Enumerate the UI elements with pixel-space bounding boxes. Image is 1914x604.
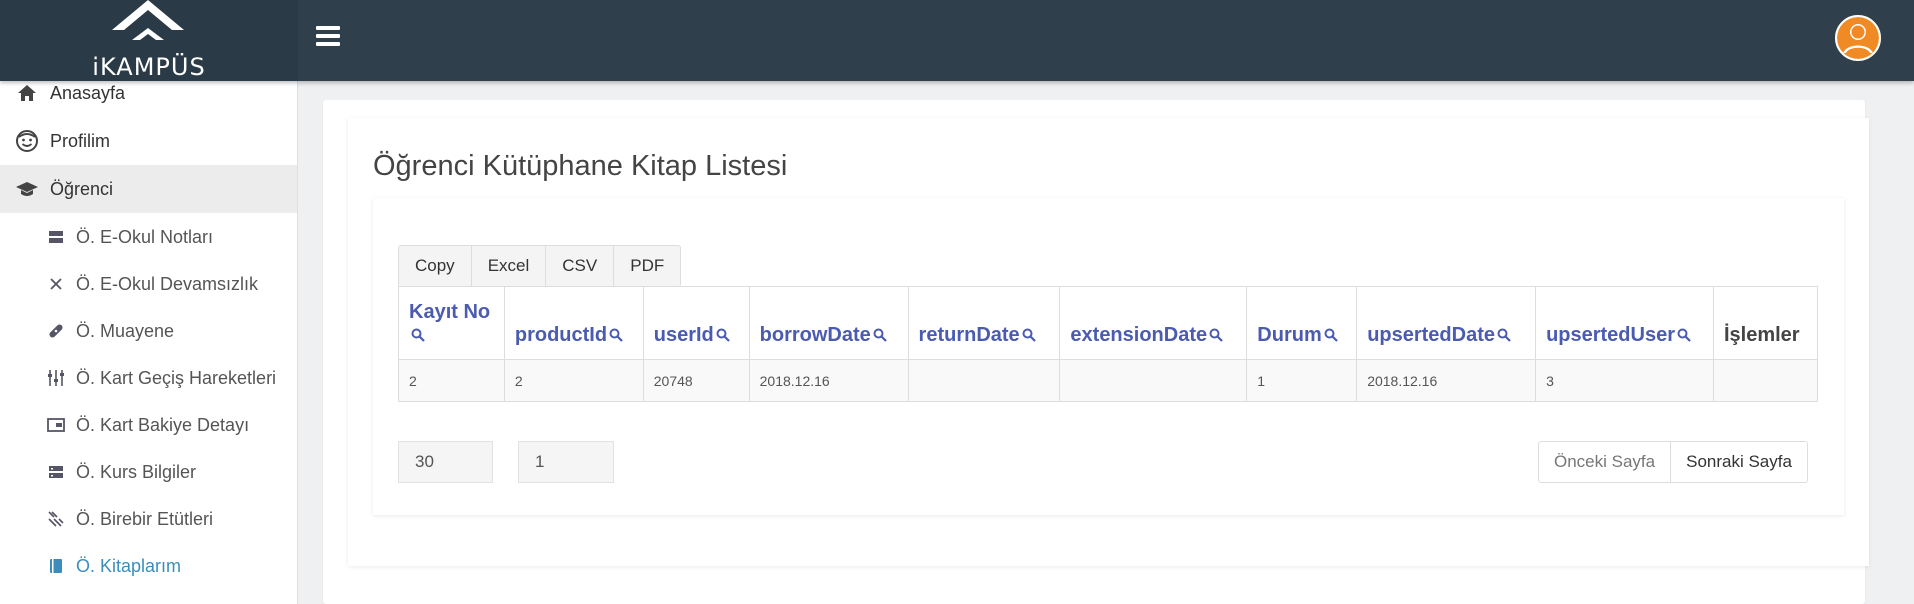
hamburger-icon[interactable] — [316, 26, 340, 48]
sidebar-subitem-label: Ö. Muayene — [76, 320, 175, 341]
bandage-icon — [46, 321, 66, 341]
pagination-buttons: Önceki Sayfa Sonraki Sayfa — [1538, 441, 1808, 483]
excel-button[interactable]: Excel — [471, 246, 547, 286]
list-icon — [46, 462, 66, 482]
table-cell-actions — [1712, 359, 1819, 402]
pdf-button[interactable]: PDF — [614, 246, 681, 286]
sidebar-item-label: Profilim — [50, 130, 111, 151]
table-cell — [907, 359, 1061, 402]
sidebar-item-profilim[interactable]: Profilim — [0, 117, 297, 165]
column-header-label: Durum — [1257, 324, 1322, 346]
search-icon[interactable] — [1022, 328, 1036, 342]
table-cell: 2 — [398, 359, 505, 402]
logo-roof-icon — [112, 0, 184, 40]
smiley-face-icon — [15, 129, 39, 153]
previous-page-button[interactable]: Önceki Sayfa — [1539, 442, 1672, 482]
page-number-input[interactable]: 1 — [518, 441, 614, 483]
table-row[interactable]: 2 2 20748 2018.12.16 1 2018.12.16 3 — [398, 359, 1819, 402]
logo[interactable]: iKAMPÜS — [0, 0, 298, 81]
table-cell — [1059, 359, 1248, 402]
column-header-upserteddate[interactable]: upsertedDate — [1356, 286, 1537, 360]
sidebar-subitem-kurs-bilgiler[interactable]: Ö. Kurs Bilgiler — [0, 452, 297, 492]
column-header-label: upsertedUser — [1546, 324, 1675, 346]
sidebar-subitem-birebir-etutleri[interactable]: Ö. Birebir Etütleri — [0, 499, 297, 539]
column-header-extensiondate[interactable]: extensionDate — [1059, 286, 1248, 360]
books-table: Kayıt No productId userId borrowDate ret… — [398, 286, 1819, 402]
sidebar-subitem-label: Ö. Birebir Etütleri — [76, 508, 214, 529]
search-icon[interactable] — [873, 328, 887, 342]
book-icon — [46, 556, 66, 576]
top-navbar: iKAMPÜS — [0, 0, 1914, 81]
user-avatar-icon[interactable] — [1835, 15, 1881, 61]
search-icon[interactable] — [609, 328, 623, 342]
sidebar-subitem-muayene[interactable]: Ö. Muayene — [0, 311, 297, 351]
search-icon[interactable] — [716, 328, 730, 342]
column-header-label: extensionDate — [1070, 324, 1208, 346]
search-icon[interactable] — [1324, 328, 1338, 342]
column-header-label: returnDate — [918, 324, 1020, 346]
sidebar-subitem-label: Ö. E-Okul Notları — [76, 226, 214, 247]
home-icon — [15, 81, 39, 105]
sidebar-subitem-label: Ö. Kart Geçiş Hareketleri — [76, 367, 277, 388]
sidebar: Anasayfa Profilim Öğrenci Ö. E-Okul Notl… — [0, 81, 298, 604]
copy-button[interactable]: Copy — [399, 246, 472, 286]
sidebar-item-label: Öğrenci — [50, 178, 114, 199]
sidebar-subitem-kart-bakiye[interactable]: Ö. Kart Bakiye Detayı — [0, 405, 297, 445]
column-header-borrowdate[interactable]: borrowDate — [748, 286, 909, 360]
csv-button[interactable]: CSV — [546, 246, 615, 286]
column-header-label: upsertedDate — [1367, 324, 1495, 346]
table-cell: 2018.12.16 — [748, 359, 909, 402]
pencil-icon — [46, 509, 66, 529]
sidebar-subitem-label: Ö. E-Okul Devamsızlık — [76, 273, 259, 294]
search-icon[interactable] — [411, 328, 425, 342]
sidebar-subitem-eokul-devamsizlik[interactable]: Ö. E-Okul Devamsızlık — [0, 264, 297, 304]
column-header-durum[interactable]: Durum — [1246, 286, 1358, 360]
column-header-label: productId — [514, 324, 608, 346]
sidebar-subitem-kart-gecis[interactable]: Ö. Kart Geçiş Hareketleri — [0, 358, 297, 398]
sidebar-subitem-kitaplarim[interactable]: Ö. Kitaplarım — [0, 546, 297, 586]
wallet-icon — [46, 415, 66, 435]
search-icon[interactable] — [1497, 328, 1511, 342]
table-cell: 20748 — [642, 359, 750, 402]
table-header-row: Kayıt No productId userId borrowDate ret… — [398, 286, 1819, 360]
x-icon — [46, 274, 66, 294]
column-header-islemler: İşlemler — [1712, 286, 1819, 360]
page-title: Öğrenci Kütüphane Kitap Listesi — [373, 150, 788, 182]
table-cell: 2 — [503, 359, 644, 402]
page-size-input[interactable]: 30 — [398, 441, 493, 483]
column-header-label: userId — [653, 324, 714, 346]
column-header-label: borrowDate — [759, 324, 871, 346]
sidebar-subitem-eokul-notlari[interactable]: Ö. E-Okul Notları — [0, 217, 297, 257]
table-cell: 1 — [1246, 359, 1358, 402]
search-icon[interactable] — [1677, 328, 1691, 342]
column-header-kayit-no[interactable]: Kayıt No — [398, 286, 505, 360]
sidebar-subitem-label: Ö. Kurs Bilgiler — [76, 461, 197, 482]
server-icon — [46, 227, 66, 247]
search-icon[interactable] — [1209, 328, 1223, 342]
graduation-cap-icon — [15, 177, 39, 201]
column-header-returndate[interactable]: returnDate — [907, 286, 1061, 360]
next-page-button[interactable]: Sonraki Sayfa — [1671, 442, 1807, 482]
sidebar-item-ogrenci[interactable]: Öğrenci — [0, 165, 297, 213]
sliders-icon — [46, 368, 66, 388]
export-button-group: Copy Excel CSV PDF — [398, 245, 682, 287]
table-cell: 2018.12.16 — [1356, 359, 1537, 402]
sidebar-subitem-label: Ö. Kitaplarım — [76, 555, 182, 576]
column-header-userid[interactable]: userId — [642, 286, 750, 360]
sidebar-item-label: Anasayfa — [50, 82, 126, 103]
table-cell: 3 — [1535, 359, 1714, 402]
column-header-productid[interactable]: productId — [503, 286, 644, 360]
logo-text: iKAMPÜS — [92, 53, 206, 81]
column-header-upserteduser[interactable]: upsertedUser — [1535, 286, 1714, 360]
sidebar-subitem-label: Ö. Kart Bakiye Detayı — [76, 414, 250, 435]
column-header-label: Kayıt No — [409, 301, 491, 323]
